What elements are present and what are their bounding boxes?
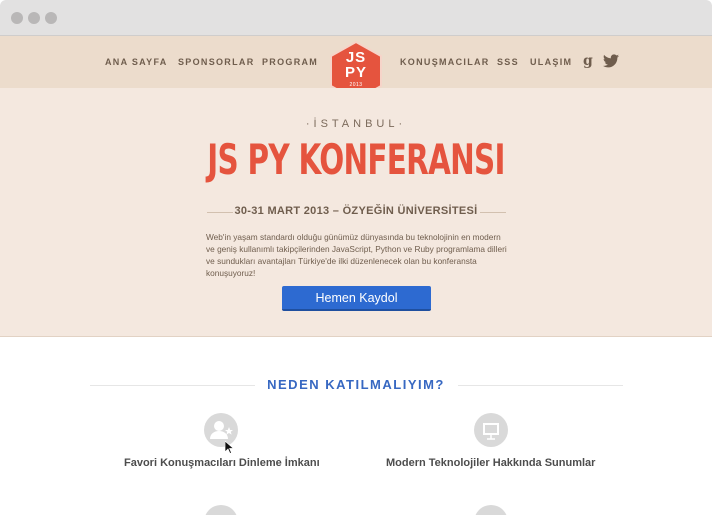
hero-description: Web'in yaşam standardı olduğu günümüz dü… <box>206 232 507 278</box>
logo-text-js: JS <box>345 49 367 66</box>
window-minimize-dot[interactable] <box>28 12 40 24</box>
twitter-icon[interactable] <box>603 54 619 68</box>
feature-label-speakers: Favori Konuşmacıları Dinleme İmkanı <box>124 457 320 469</box>
nav-link-home[interactable]: ANA SAYFA <box>105 57 168 67</box>
nav-link-speakers[interactable]: KONUŞMACILAR <box>400 57 490 67</box>
register-button[interactable]: Hemen Kaydol <box>282 286 431 311</box>
nav-link-transport[interactable]: ULAŞIM <box>530 57 572 67</box>
logo-text-py: PY <box>344 64 367 81</box>
nav-link-sponsors[interactable]: SPONSORLAR <box>178 57 255 67</box>
feature-label-technologies: Modern Teknolojiler Hakkında Sunumlar <box>386 457 596 469</box>
nav-link-program[interactable]: PROGRAM <box>262 57 318 67</box>
section-rule-right <box>458 385 623 386</box>
window-zoom-dot[interactable] <box>45 12 57 24</box>
browser-window-bar <box>0 0 712 36</box>
event-date-venue: 30-31 MART 2013 – ÖZYEĞİN ÜNİVERSİTESİ <box>234 205 478 217</box>
nav-link-faq[interactable]: SSS <box>497 57 519 67</box>
presentation-icon <box>474 413 508 447</box>
window-close-dot[interactable] <box>11 12 23 24</box>
google-icon[interactable]: g <box>583 53 593 69</box>
dateline-rule-right <box>480 212 506 213</box>
feature-icon-partial <box>204 505 238 515</box>
feature-icon-partial <box>474 505 508 515</box>
mouse-cursor-icon <box>225 441 234 454</box>
hero-city: ·İSTANBUL· <box>305 118 407 130</box>
page-title: JS PY KONFERANSI <box>207 135 505 184</box>
